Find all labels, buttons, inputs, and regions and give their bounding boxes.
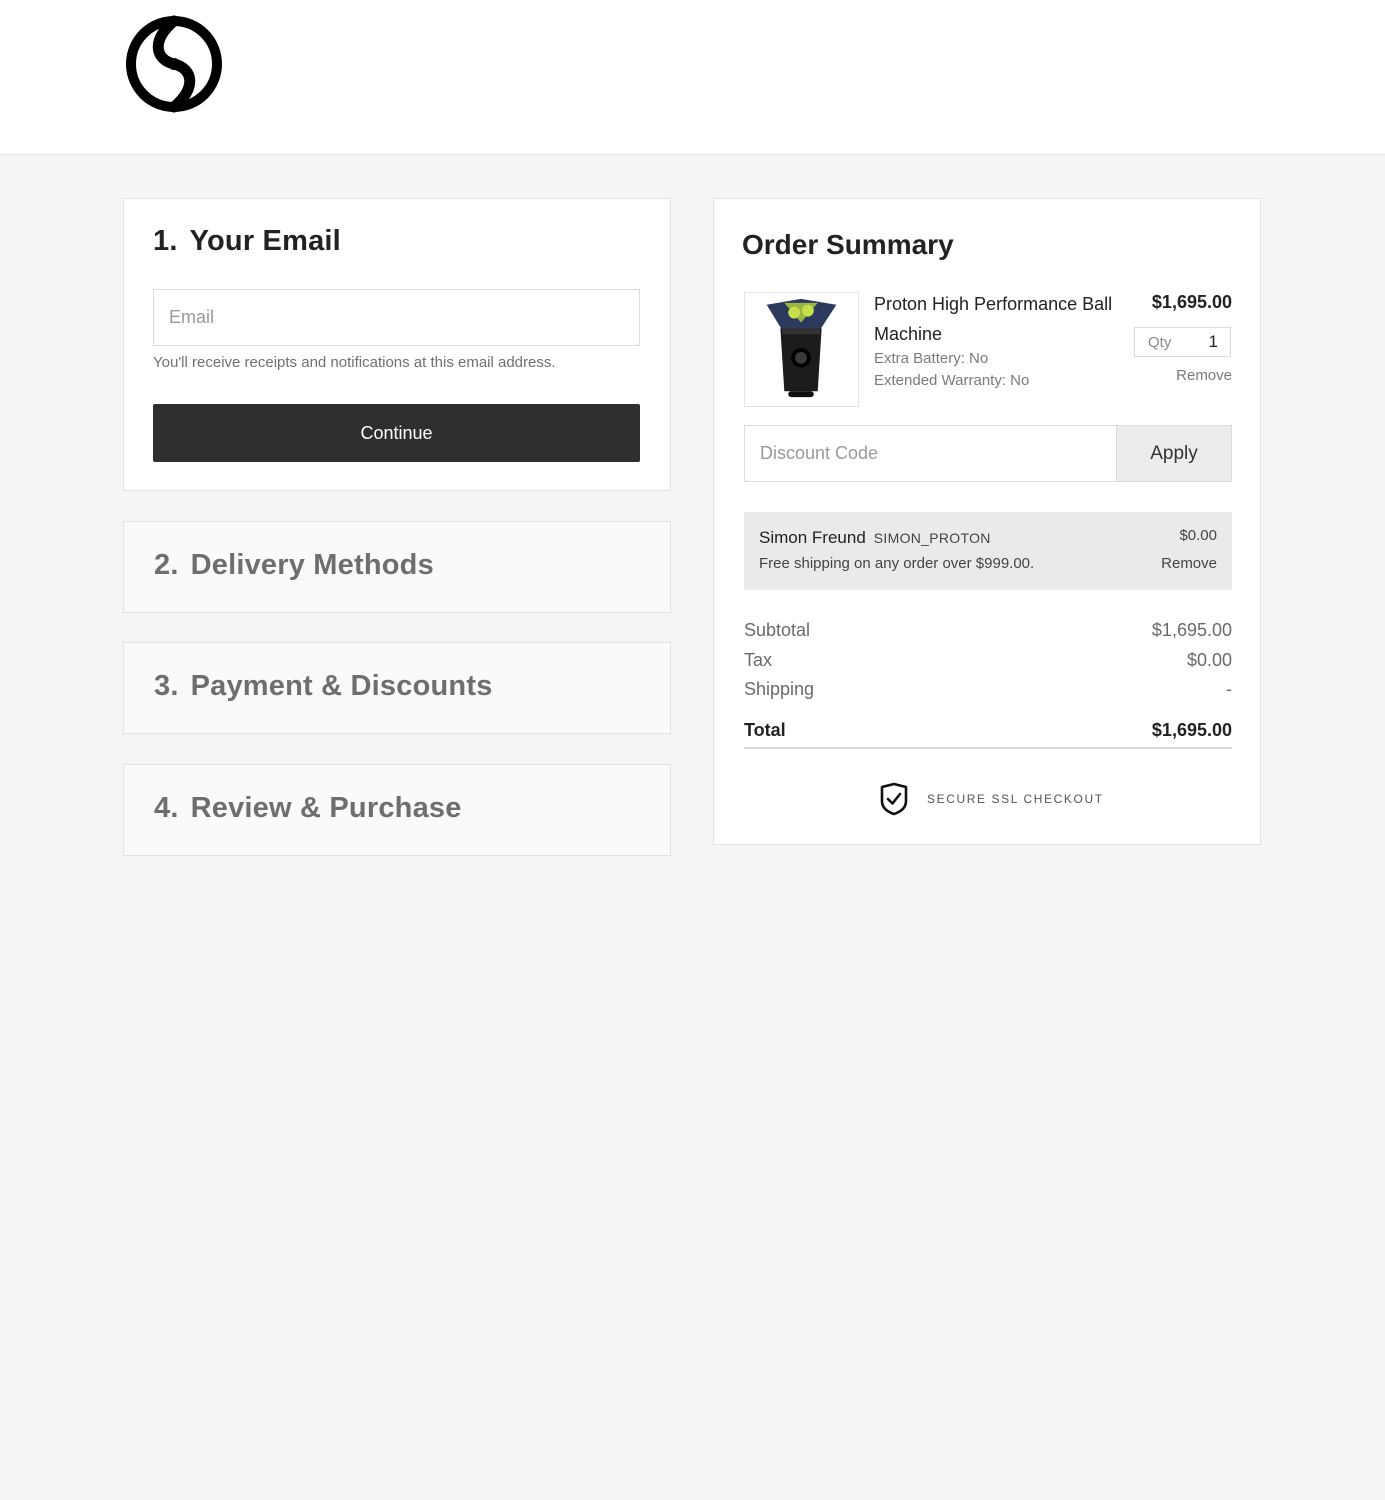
shipping-value: -	[1226, 679, 1232, 699]
qty-value[interactable]: 1	[1209, 332, 1218, 352]
order-summary-panel: Order Summary Proton High Performance Ba…	[713, 198, 1261, 845]
step-label: Payment & Discounts	[190, 670, 493, 702]
payment-step-title: 3. Payment & Discounts	[154, 670, 493, 703]
email-hint-text: You'll receive receipts and notification…	[153, 354, 556, 371]
product-name[interactable]: Proton High Performance Ball Machine	[874, 289, 1114, 349]
promo-description: Free shipping on any order over $999.00.	[759, 555, 1035, 572]
payment-discounts-step[interactable]: 3. Payment & Discounts	[123, 642, 671, 734]
apply-discount-button[interactable]: Apply	[1117, 425, 1232, 482]
continue-button[interactable]: Continue	[153, 404, 640, 462]
order-summary-title: Order Summary	[742, 229, 954, 260]
secure-checkout-label: SECURE SSL CHECKOUT	[927, 792, 1104, 806]
promo-line: Simon Freund SIMON_PROTON	[759, 528, 991, 548]
total-label: Total	[744, 720, 786, 740]
discount-code-input[interactable]	[744, 425, 1117, 482]
step-number: 3.	[154, 670, 179, 702]
promo-amount: $0.00	[1179, 527, 1217, 544]
product-price: $1,695.00	[1151, 292, 1232, 312]
email-step-panel: 1. Your Email You'll receive receipts and…	[123, 198, 671, 491]
review-purchase-step[interactable]: 4. Review & Purchase	[123, 764, 671, 856]
swirl-logo-icon[interactable]	[124, 14, 224, 114]
ball-machine-product-image	[766, 298, 837, 398]
product-option: Extra Battery: No	[874, 350, 989, 367]
email-step-title: 1. Your Email	[153, 225, 341, 258]
total-value: $1,695.00	[1151, 720, 1232, 740]
step-label: Review & Purchase	[190, 792, 462, 824]
product-thumbnail	[744, 292, 859, 407]
product-option: Extended Warranty: No	[874, 372, 1030, 389]
promo-name: Simon Freund	[759, 528, 866, 547]
delivery-step-title: 2. Delivery Methods	[154, 549, 434, 582]
review-step-title: 4. Review & Purchase	[154, 792, 462, 825]
applied-promo: Simon Freund SIMON_PROTON Free shipping o…	[744, 512, 1232, 590]
subtotal-value: $1,695.00	[1151, 620, 1232, 640]
qty-label: Qty	[1148, 334, 1172, 351]
step-label: Your Email	[189, 225, 341, 257]
step-number: 4.	[154, 792, 179, 824]
promo-code: SIMON_PROTON	[873, 530, 991, 546]
step-label: Delivery Methods	[190, 549, 434, 581]
tax-value: $0.00	[1186, 650, 1232, 670]
secure-checkout-badge: SECURE SSL CHECKOUT	[879, 782, 1119, 816]
quantity-field[interactable]: Qty 1	[1134, 327, 1231, 357]
email-input[interactable]	[153, 289, 640, 346]
step-number: 1.	[153, 225, 178, 257]
shield-check-icon	[880, 782, 908, 816]
shipping-label: Shipping	[744, 679, 815, 699]
delivery-methods-step[interactable]: 2. Delivery Methods	[123, 521, 671, 613]
remove-item-link[interactable]: Remove	[1176, 367, 1232, 384]
step-number: 2.	[154, 549, 179, 581]
subtotal-label: Subtotal	[744, 620, 811, 640]
totals-divider	[744, 747, 1232, 749]
tax-label: Tax	[744, 650, 773, 670]
site-header	[0, 0, 1385, 155]
remove-promo-link[interactable]: Remove	[1161, 555, 1217, 572]
